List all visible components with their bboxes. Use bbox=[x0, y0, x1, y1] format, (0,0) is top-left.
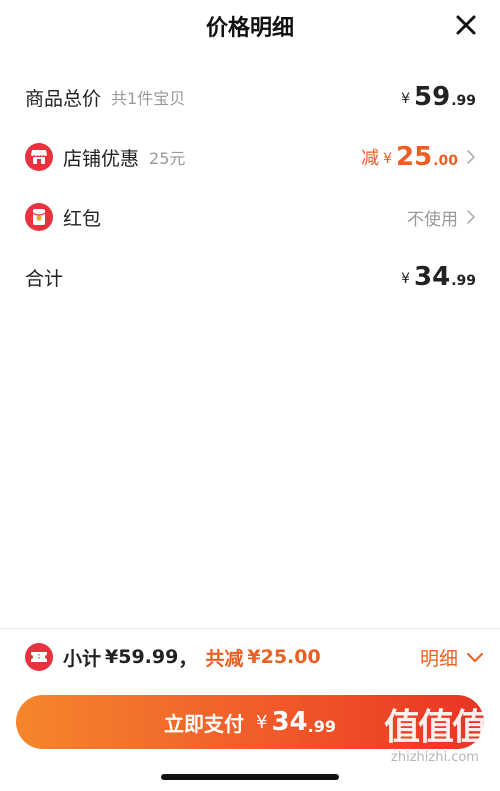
price-integer: 59 bbox=[414, 82, 451, 112]
subtotal-value: ¥59.99 bbox=[105, 646, 179, 668]
sum-row: 合计 ¥ 34 .99 bbox=[0, 257, 500, 297]
chevron-right-icon bbox=[467, 150, 475, 164]
red-packet-value: 不使用 bbox=[407, 197, 476, 237]
subtotal-label: 小计 bbox=[63, 647, 102, 670]
detail-label: 明细 bbox=[419, 647, 458, 670]
close-icon[interactable] bbox=[452, 11, 480, 39]
summary-separator: ， bbox=[178, 647, 198, 670]
sum-label: 合计 bbox=[25, 267, 64, 290]
home-indicator[interactable] bbox=[161, 774, 339, 780]
coupon-icon bbox=[25, 643, 53, 671]
currency-symbol: ¥ bbox=[401, 271, 410, 287]
price-integer: 25 bbox=[396, 142, 433, 172]
total-discount-label: 共减 bbox=[205, 647, 244, 670]
total-discount-value: ¥25.00 bbox=[247, 646, 321, 668]
shop-discount-value: 减 ¥ 25 .00 bbox=[361, 137, 476, 177]
red-packet-row[interactable]: 红包 不使用 bbox=[0, 197, 500, 237]
pay-now-label: 立即支付 bbox=[164, 711, 244, 736]
red-packet-status: 不使用 bbox=[407, 209, 458, 230]
currency-symbol: ¥ bbox=[401, 91, 410, 107]
chevron-right-icon bbox=[467, 210, 475, 224]
price-decimal: .99 bbox=[307, 716, 336, 736]
shop-discount-amount: 25元 bbox=[149, 149, 186, 168]
shop-discount-label: 店铺优惠 bbox=[63, 147, 140, 170]
price-decimal: .00 bbox=[433, 153, 458, 169]
currency-symbol: ¥ bbox=[256, 711, 268, 733]
header: 价格明细 bbox=[0, 0, 500, 54]
goods-total-row: 商品总价 共1件宝贝 ¥ 59 .99 bbox=[0, 77, 500, 117]
goods-count: 共1件宝贝 bbox=[111, 89, 186, 108]
price-integer: 34 bbox=[414, 262, 451, 292]
price-decimal: .99 bbox=[451, 93, 476, 109]
page-title: 价格明细 bbox=[205, 16, 294, 41]
price-integer: 34 bbox=[271, 707, 308, 737]
discount-prefix: 减 bbox=[361, 148, 380, 169]
shop-discount-row[interactable]: 店铺优惠 25元 减 ¥ 25 .00 bbox=[0, 137, 500, 177]
detail-toggle[interactable]: 明细 bbox=[420, 637, 484, 677]
red-packet-label: 红包 bbox=[63, 207, 102, 230]
goods-total-price: ¥ 59 .99 bbox=[401, 77, 476, 117]
watermark: 值值值 zhizhizhi.com bbox=[383, 707, 488, 766]
summary-bar: 小计 ¥59.99 ， 共减 ¥25.00 明细 bbox=[0, 637, 500, 677]
goods-total-label: 商品总价 bbox=[25, 87, 102, 110]
chevron-down-icon bbox=[467, 653, 483, 662]
watermark-logo: 值值值 bbox=[383, 707, 488, 748]
shop-icon bbox=[25, 143, 53, 171]
red-packet-icon bbox=[25, 203, 53, 231]
watermark-url: zhizhizhi.com bbox=[391, 750, 479, 765]
price-decimal: .99 bbox=[451, 273, 476, 289]
sum-price: ¥ 34 .99 bbox=[401, 257, 476, 297]
currency-symbol: ¥ bbox=[383, 151, 392, 167]
divider bbox=[0, 628, 500, 629]
